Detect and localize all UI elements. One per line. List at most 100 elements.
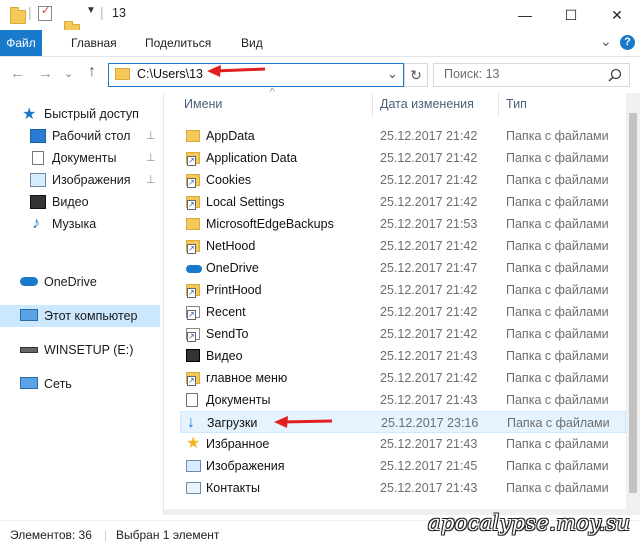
properties-icon[interactable]: ✓: [38, 5, 52, 21]
chevron-down-icon[interactable]: ⌄: [600, 33, 612, 50]
folder-icon: [186, 130, 200, 142]
file-date: 25.12.2017 21:42: [380, 305, 478, 319]
maximize-button[interactable]: ☐: [548, 0, 594, 30]
up-icon[interactable]: ↑: [88, 63, 96, 81]
sidebar-item-music[interactable]: ♪ Музыка: [0, 213, 160, 235]
table-row[interactable]: PrintHood 25.12.2017 21:42 Папка с файла…: [180, 279, 626, 301]
file-name: SendTo: [206, 327, 249, 341]
file-type: Папка с файлами: [506, 393, 609, 407]
file-type: Папка с файлами: [506, 327, 609, 341]
table-row[interactable]: Local Settings 25.12.2017 21:42 Папка с …: [180, 191, 626, 213]
file-name: главное меню: [206, 371, 288, 385]
folder-icon: [186, 218, 200, 230]
music-icon: ♪: [32, 215, 40, 232]
file-name: NetHood: [206, 239, 256, 253]
file-type: Папка с файлами: [506, 195, 609, 209]
star-icon: ★: [22, 106, 37, 123]
column-name[interactable]: Имени: [184, 97, 222, 111]
file-name: AppData: [206, 129, 255, 143]
folder-link-icon: [186, 152, 200, 166]
video-icon: [30, 195, 46, 209]
table-row[interactable]: NetHood 25.12.2017 21:42 Папка с файлами: [180, 235, 626, 257]
column-type[interactable]: Тип: [506, 97, 527, 111]
file-date: 25.12.2017 21:43: [380, 481, 478, 495]
table-row[interactable]: AppData 25.12.2017 21:42 Папка с файлами: [180, 125, 626, 147]
pin-icon[interactable]: ⊥: [146, 169, 156, 191]
folder-link-icon: [186, 284, 200, 298]
sidebar-item-network[interactable]: Сеть: [0, 373, 160, 395]
file-name: Контакты: [206, 481, 260, 495]
column-separator[interactable]: [372, 93, 373, 117]
tab-view[interactable]: Вид: [230, 30, 274, 56]
file-date: 25.12.2017 21:45: [380, 459, 478, 473]
table-row[interactable]: главное меню 25.12.2017 21:42 Папка с фа…: [180, 367, 626, 389]
tab-home[interactable]: Главная: [60, 30, 128, 56]
table-row[interactable]: Cookies 25.12.2017 21:42 Папка с файлами: [180, 169, 626, 191]
table-row[interactable]: SendTo 25.12.2017 21:42 Папка с файлами: [180, 323, 626, 345]
minimize-button[interactable]: —: [502, 0, 548, 30]
table-row[interactable]: Документы 25.12.2017 21:43 Папка с файла…: [180, 389, 626, 411]
column-separator[interactable]: [498, 93, 499, 117]
file-name: Application Data: [206, 151, 298, 165]
sidebar-item-label: Этот компьютер: [44, 309, 138, 323]
pane-divider[interactable]: [163, 93, 164, 515]
table-row[interactable]: ★ Избранное 25.12.2017 21:43 Папка с фай…: [180, 433, 626, 455]
address-path[interactable]: C:\Users\13: [137, 67, 203, 81]
pin-icon[interactable]: ⊥: [146, 147, 156, 169]
close-button[interactable]: ✕: [594, 0, 640, 30]
documents-icon: [186, 393, 198, 407]
file-name: Cookies: [206, 173, 252, 187]
file-type: Папка с файлами: [506, 283, 609, 297]
back-icon[interactable]: ←: [10, 65, 25, 82]
sort-indicator-icon: ^: [270, 87, 275, 98]
scrollbar-thumb[interactable]: [629, 113, 637, 493]
sidebar-item-winsetup[interactable]: WINSETUP (E:): [0, 339, 160, 361]
file-date: 25.12.2017 21:42: [380, 371, 478, 385]
table-row-selected[interactable]: ↓ Загрузки 25.12.2017 23:16 Папка с файл…: [180, 411, 626, 433]
sidebar-item-pictures[interactable]: Изображения ⊥: [0, 169, 160, 191]
table-row[interactable]: Application Data 25.12.2017 21:42 Папка …: [180, 147, 626, 169]
table-row[interactable]: Контакты 25.12.2017 21:43 Папка с файлам…: [180, 477, 626, 499]
sidebar-item-onedrive[interactable]: OneDrive: [0, 271, 160, 293]
address-dropdown-icon[interactable]: ⌄: [387, 66, 398, 82]
help-icon[interactable]: ?: [620, 35, 635, 50]
desktop-icon: [30, 129, 46, 143]
watermark: apocalypse.moy.su: [428, 511, 631, 535]
sidebar-item-this-pc[interactable]: Этот компьютер: [0, 305, 160, 327]
tab-share[interactable]: Поделиться: [134, 30, 222, 56]
folder-link-icon: [186, 174, 200, 188]
sidebar-item-quick-access[interactable]: ★ Быстрый доступ: [0, 103, 160, 125]
sidebar-item-documents[interactable]: Документы ⊥: [0, 147, 160, 169]
sidebar-item-desktop[interactable]: Рабочий стол ⊥: [0, 125, 160, 147]
sidebar-item-label: Рабочий стол: [52, 129, 131, 143]
folder-link-icon: [186, 196, 200, 210]
customize-qa-icon[interactable]: ▼: [86, 5, 96, 23]
sidebar-item-video[interactable]: Видео: [0, 191, 160, 213]
navigation-pane: ★ Быстрый доступ Рабочий стол ⊥ Документ…: [0, 93, 160, 515]
network-icon: [20, 377, 38, 389]
file-name: Документы: [206, 393, 271, 407]
pin-icon[interactable]: ⊥: [146, 125, 156, 147]
table-row[interactable]: Recent 25.12.2017 21:42 Папка с файлами: [180, 301, 626, 323]
table-row[interactable]: Изображения 25.12.2017 21:45 Папка с фай…: [180, 455, 626, 477]
table-row[interactable]: Видео 25.12.2017 21:43 Папка с файлами: [180, 345, 626, 367]
search-input[interactable]: Поиск: 13: [444, 67, 500, 81]
vertical-scrollbar[interactable]: [626, 93, 640, 515]
forward-icon[interactable]: →: [38, 65, 53, 82]
documents-icon: [32, 151, 44, 165]
column-headers: ^ Имени Дата изменения Тип: [164, 87, 626, 117]
sidebar-item-label: Сеть: [44, 377, 72, 391]
search-icon[interactable]: [608, 68, 622, 82]
folder-link-icon: [186, 372, 200, 386]
recent-locations-icon[interactable]: ⌄: [64, 67, 73, 80]
file-date: 25.12.2017 21:43: [380, 349, 478, 363]
table-row[interactable]: MicrosoftEdgeBackups 25.12.2017 21:53 Па…: [180, 213, 626, 235]
tab-file[interactable]: Файл: [0, 30, 42, 56]
refresh-button[interactable]: ↻: [404, 63, 428, 87]
table-row[interactable]: OneDrive 25.12.2017 21:47 Папка с файлам…: [180, 257, 626, 279]
column-date[interactable]: Дата изменения: [380, 97, 474, 111]
sidebar-item-label: Музыка: [52, 217, 97, 231]
file-type: Папка с файлами: [506, 459, 609, 473]
folder-icon: [10, 7, 26, 24]
search-box[interactable]: Поиск: 13: [433, 63, 630, 87]
